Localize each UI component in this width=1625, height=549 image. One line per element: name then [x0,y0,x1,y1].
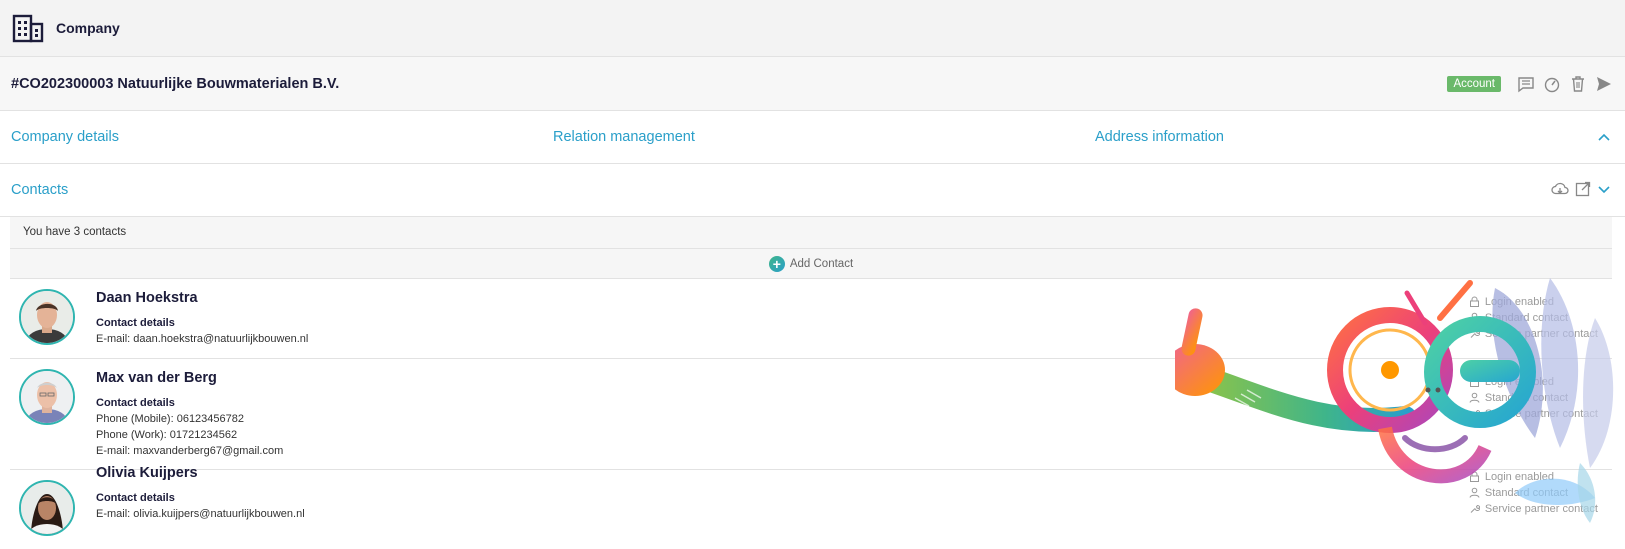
send-icon[interactable] [1595,75,1613,93]
status-item: Login enabled [1469,295,1598,308]
contact-status-list: Login enabled Standard contact Service p… [1469,295,1598,340]
user-icon [1469,312,1480,323]
contacts-tools [1551,181,1611,197]
cloud-download-icon[interactable] [1551,181,1569,197]
status-standard: Standard contact [1484,311,1569,324]
add-contact-label: Add Contact [789,257,854,270]
status-service-partner: Service partner contact [1484,327,1598,340]
lock-icon [1469,471,1479,482]
add-contact-button[interactable]: + Add Contact [10,249,1612,279]
record-actions: Account [1447,57,1613,111]
contact-phone-mobile: Phone (Mobile): 06123456782 [96,413,245,425]
status-item: Service partner contact [1469,407,1598,420]
section-tabs: Company details Relation management Addr… [0,111,1625,164]
record-title: #CO202300003 Natuurlijke Bouwmaterialen … [11,75,340,92]
external-link-icon[interactable] [1575,181,1591,197]
status-standard: Standard contact [1484,391,1569,404]
contact-email: E-mail: maxvanderberg67@gmail.com [96,445,284,457]
contact-name[interactable]: Max van der Berg [96,370,217,386]
lock-icon [1469,376,1479,387]
status-login: Login enabled [1484,470,1554,483]
contact-details-label: Contact details [96,317,175,329]
status-item: Standard contact [1469,486,1598,499]
trash-icon[interactable] [1569,75,1587,93]
status-item: Login enabled [1469,470,1598,483]
tab-company-details[interactable]: Company details [11,129,119,145]
avatar[interactable] [19,480,75,536]
status-service-partner: Service partner contact [1484,502,1598,515]
status-item: Standard contact [1469,311,1598,324]
dashboard-icon[interactable] [1543,75,1561,93]
contact-details-label: Contact details [96,492,175,504]
contact-phone-work: Phone (Work): 01721234562 [96,429,238,441]
user-icon [1469,392,1480,403]
contact-status-list: Login enabled Standard contact Service p… [1469,470,1598,515]
plus-icon: + [768,255,785,272]
status-login: Login enabled [1484,375,1554,388]
contact-name[interactable]: Olivia Kuijpers [96,465,198,481]
avatar[interactable] [19,289,75,345]
tab-address-information[interactable]: Address information [1095,129,1224,145]
status-item: Login enabled [1469,375,1598,388]
tab-relation-management[interactable]: Relation management [553,129,695,145]
chevron-down-icon[interactable] [1597,182,1611,196]
contact-email: E-mail: daan.hoekstra@natuurlijkbouwen.n… [96,333,309,345]
status-item: Service partner contact [1469,327,1598,340]
status-service-partner: Service partner contact [1484,407,1598,420]
avatar[interactable] [19,369,75,425]
comment-icon[interactable] [1517,75,1535,93]
record-header: #CO202300003 Natuurlijke Bouwmaterialen … [0,57,1625,111]
user-icon [1469,487,1480,498]
status-badge: Account [1447,76,1501,92]
lock-icon [1469,296,1479,307]
status-item: Service partner contact [1469,502,1598,515]
top-bar: Company [0,0,1625,57]
wrench-icon [1470,504,1480,513]
contacts-section-label: Contacts [11,182,69,198]
contact-row[interactable]: Max van der Berg Contact details Phone (… [10,359,1612,470]
contacts-section-header[interactable]: Contacts [0,164,1625,217]
contact-status-list: Login enabled Standard contact Service p… [1469,375,1598,420]
contact-row[interactable]: Olivia Kuijpers Contact details E-mail: … [10,465,1612,549]
contact-row[interactable]: Daan Hoekstra Contact details E-mail: da… [10,279,1612,359]
building-icon [12,14,44,43]
wrench-icon [1470,409,1480,418]
contacts-count: You have 3 contacts [10,217,1612,249]
status-login: Login enabled [1484,295,1554,308]
page-title: Company [56,20,120,36]
status-standard: Standard contact [1484,486,1569,499]
chevron-up-icon[interactable] [1597,131,1611,145]
status-item: Standard contact [1469,391,1598,404]
contact-name[interactable]: Daan Hoekstra [96,290,198,306]
contact-email: E-mail: olivia.kuijpers@natuurlijkbouwen… [96,508,305,520]
wrench-icon [1470,329,1480,338]
contact-details-label: Contact details [96,397,175,409]
